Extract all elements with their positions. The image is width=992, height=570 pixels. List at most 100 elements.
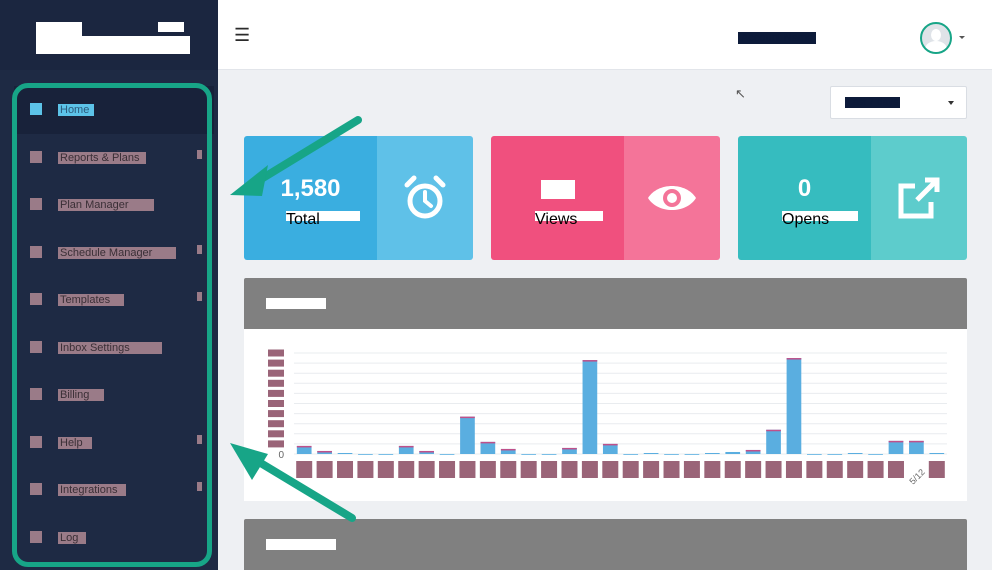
stat-card-opens[interactable]: 0 Opens <box>738 136 967 260</box>
logo-badge <box>158 22 184 32</box>
x-tick-label <box>826 461 843 478</box>
stat-card-icon-area <box>377 136 473 260</box>
date-range-select[interactable]: Last 7 days <box>830 86 967 119</box>
chart-bar-cap <box>398 445 414 448</box>
x-tick-label <box>500 461 517 478</box>
chevron-down-icon <box>948 101 954 105</box>
stat-card-main: Views <box>491 136 624 260</box>
chart-bar-cap <box>745 449 761 452</box>
stat-card-icon-area <box>871 136 967 260</box>
y-tick-label <box>268 400 284 407</box>
chart-bar <box>602 443 618 454</box>
chart-bar <box>929 452 945 454</box>
chart-bar <box>868 454 883 455</box>
x-tick-label <box>806 461 823 478</box>
x-tick-label <box>561 461 578 478</box>
chart-bar-cap <box>296 445 312 448</box>
stat-card-views[interactable]: Views <box>491 136 720 260</box>
sidebar-highlight-ring <box>12 83 212 567</box>
alarm-clock-icon <box>377 174 473 227</box>
x-tick-label <box>377 461 394 478</box>
y-tick-label <box>268 369 284 377</box>
x-tick-label <box>296 461 313 478</box>
x-tick-label <box>765 461 782 478</box>
chart-bar <box>847 452 863 454</box>
user-name[interactable]: Account Name <box>738 32 817 44</box>
x-tick-label <box>541 461 558 478</box>
chart-bar <box>439 454 455 455</box>
chart-bar <box>378 454 394 455</box>
chart-bar-cap <box>500 448 516 451</box>
stat-label: Views <box>535 211 603 228</box>
eye-icon <box>624 174 720 227</box>
chart-bar-cap <box>419 450 434 453</box>
x-tick-label <box>928 461 945 478</box>
avatar-body <box>925 41 947 52</box>
x-tick-label <box>704 461 721 478</box>
x-tick-label <box>479 461 496 478</box>
y-tick-label <box>268 359 284 367</box>
activity-panel-header: Daily Activity <box>244 278 967 329</box>
x-tick-label <box>622 461 639 478</box>
panel-title: Daily Activity <box>266 298 327 309</box>
chart-bar-cap <box>909 440 924 443</box>
x-tick-label <box>602 461 619 478</box>
mouse-cursor-icon: ↖ <box>735 86 746 101</box>
chart-bar-cap <box>766 429 781 432</box>
y-tick-label <box>268 379 284 387</box>
hamburger-icon[interactable]: ☰ <box>234 26 252 44</box>
x-tick-label <box>337 461 354 478</box>
stat-card-main: 0 Opens <box>738 136 871 260</box>
chart-bar-cap <box>602 443 618 446</box>
activity-panel-body: 0 5/12 <box>244 329 967 501</box>
stat-card-icon-area <box>624 136 720 260</box>
logo[interactable] <box>0 0 218 70</box>
x-tick-label <box>745 461 762 478</box>
top-header: ☰ Account Name <box>218 0 992 70</box>
recent-panel-header: Recent Activity <box>244 519 967 570</box>
chart-bar <box>807 454 822 455</box>
chart-bar-cap <box>480 441 496 444</box>
chart-bar <box>521 454 537 455</box>
y-tick-label <box>268 349 284 357</box>
x-tick-label <box>663 461 680 478</box>
chart-bar <box>337 452 353 454</box>
panel-title: Recent Activity <box>266 539 336 550</box>
chart-bar <box>480 441 496 454</box>
x-tick-label <box>887 461 904 478</box>
avatar[interactable] <box>920 22 952 54</box>
x-tick-label <box>643 461 660 478</box>
chart-bar <box>704 452 720 454</box>
app-root: Home Reports & Plans Plan Manager Schedule … <box>0 0 992 570</box>
chart-bar <box>827 454 843 455</box>
chart-bar <box>643 452 659 454</box>
x-tick-label <box>724 461 741 478</box>
chart-bar-cap <box>317 450 332 453</box>
stat-card-main: 1,580 Total <box>244 136 377 260</box>
logo-mark <box>36 22 82 54</box>
stat-label: Total <box>286 211 360 228</box>
chart-bar <box>582 360 598 454</box>
x-tick-label <box>520 461 537 478</box>
x-tick-label <box>398 461 415 478</box>
x-tick-label <box>418 461 435 478</box>
x-tick-label <box>785 461 802 478</box>
chart-bar-cap <box>582 360 598 362</box>
stat-value-marker <box>541 180 575 199</box>
chart-bar <box>909 440 924 454</box>
date-range-value: Last 7 days <box>845 97 901 108</box>
chart-bar-cap <box>888 440 904 443</box>
avatar-head <box>931 29 941 41</box>
x-tick-label: 5/12 <box>907 467 926 486</box>
activity-chart: 0 5/12 <box>268 349 947 486</box>
chart-bar <box>725 451 741 454</box>
chevron-down-icon[interactable] <box>959 36 965 39</box>
y-tick-label <box>268 410 284 418</box>
chart-bar <box>623 454 639 455</box>
y-tick-label <box>268 420 284 428</box>
chart-bar <box>786 358 802 454</box>
stat-card-total[interactable]: 1,580 Total <box>244 136 473 260</box>
y-tick-label <box>268 440 284 448</box>
chart-bar <box>460 416 475 454</box>
y-tick-label <box>268 430 284 438</box>
